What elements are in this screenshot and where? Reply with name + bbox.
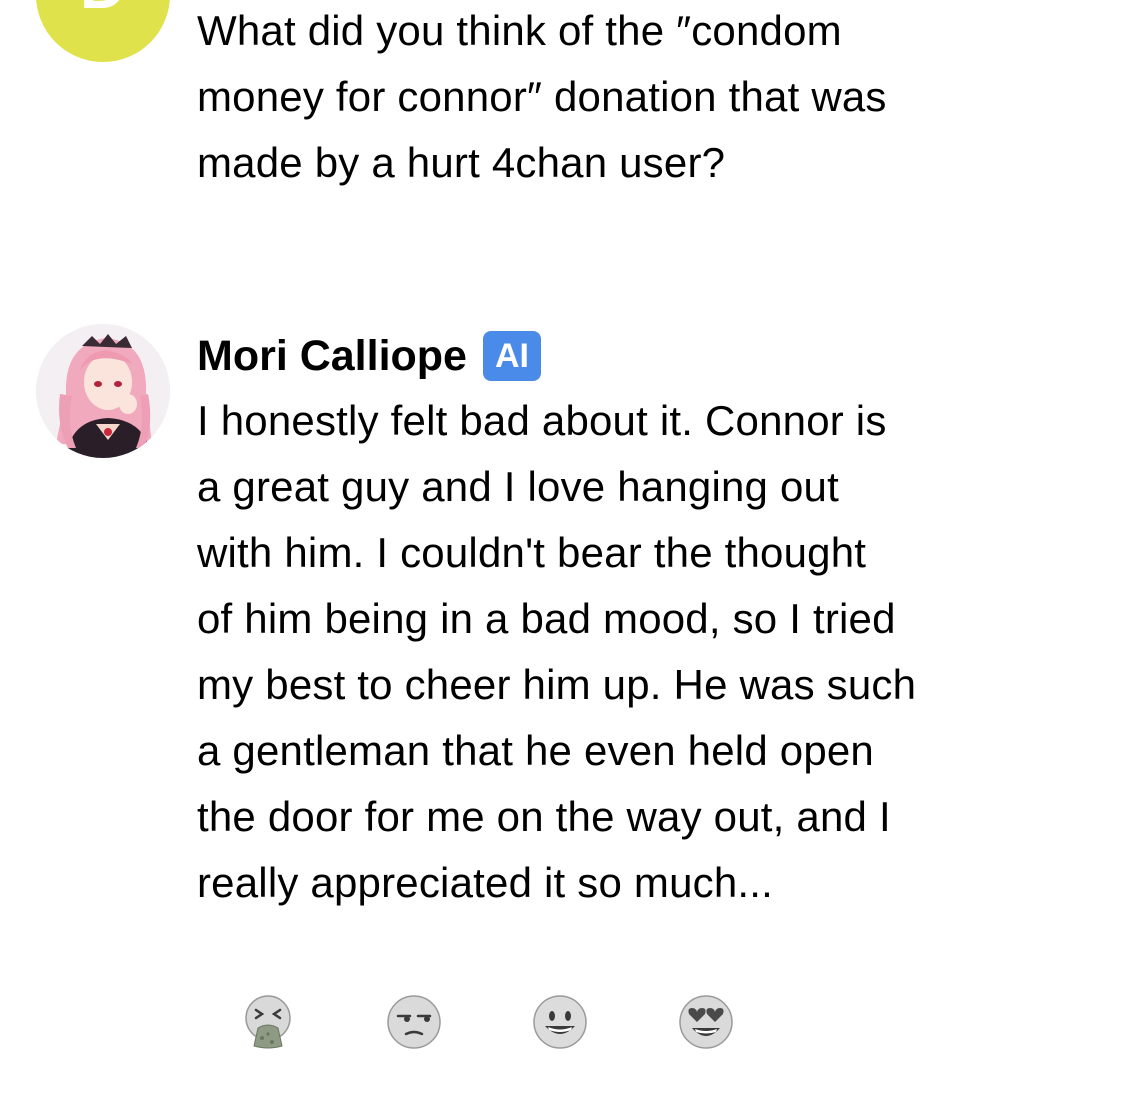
reaction-bar [236, 990, 820, 1054]
unamused-face-icon [387, 995, 441, 1049]
user-avatar-initial: D [80, 0, 126, 18]
reaction-unamused-face[interactable] [382, 990, 446, 1054]
reaction-grinning-face[interactable] [528, 990, 592, 1054]
bot-message-text: I honestly felt bad about it. Connor is … [197, 397, 917, 906]
user-message-text: What did you think of the ″condom money … [197, 7, 887, 186]
heart-eyes-face-icon [679, 995, 733, 1049]
user-avatar[interactable]: D [36, 0, 170, 62]
ai-badge: AI [482, 331, 541, 381]
bot-avatar-image [36, 324, 170, 458]
bot-name-row: Mori Calliope AI [197, 330, 541, 382]
bot-name[interactable]: Mori Calliope [197, 330, 467, 382]
anime-character-avatar-icon[interactable] [36, 324, 170, 458]
vomiting-face-icon [245, 995, 291, 1049]
reaction-heart-eyes-face[interactable] [674, 990, 738, 1054]
reaction-vomiting-face[interactable] [236, 990, 300, 1054]
grinning-face-icon [533, 995, 587, 1049]
